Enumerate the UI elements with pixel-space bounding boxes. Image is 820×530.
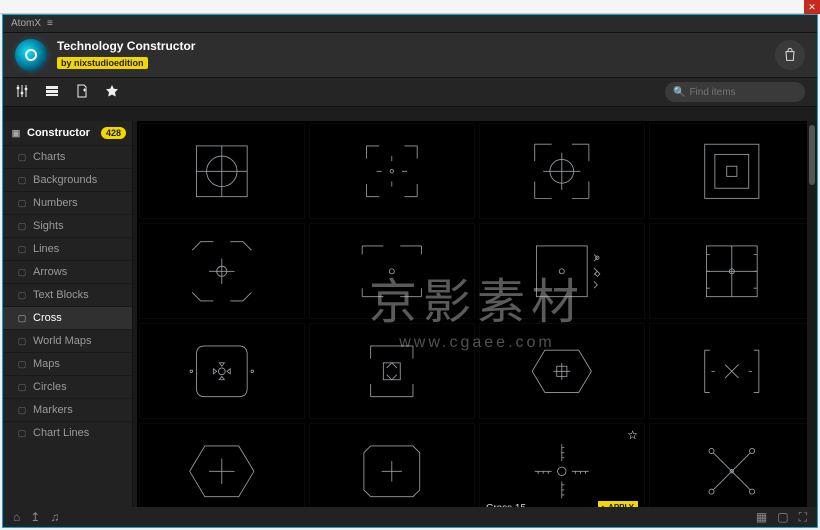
- sidebar-item-world-maps[interactable]: ▢ World Maps: [3, 329, 132, 352]
- preset-cell[interactable]: [139, 223, 305, 319]
- fullscreen-icon[interactable]: ⛶: [799, 510, 807, 525]
- preset-cell[interactable]: [479, 123, 645, 219]
- header: Technology Constructor by nixstudioediti…: [3, 33, 817, 77]
- folder-icon: ▢: [17, 152, 27, 162]
- folder-icon: ▣: [11, 128, 21, 138]
- sidebar-item-markers[interactable]: ▢ Markers: [3, 398, 132, 421]
- panel-menu-icon[interactable]: ≡: [47, 18, 53, 29]
- search-field[interactable]: 🔍: [665, 82, 805, 102]
- scrollbar-thumb[interactable]: [809, 125, 815, 185]
- product-title: Technology Constructor: [57, 39, 195, 53]
- window-close-button[interactable]: ✕: [804, 0, 820, 14]
- preview-grid-wrap: Cross 15 ☆ ▸ APPLY 京影素材 www.cgaee.com: [133, 121, 817, 507]
- preset-cell[interactable]: [139, 123, 305, 219]
- sidebar-item-sights[interactable]: ▢ Sights: [3, 214, 132, 237]
- search-input[interactable]: [689, 87, 797, 98]
- toolbar: 🔍: [3, 77, 817, 107]
- count-badge: 428: [101, 127, 126, 139]
- sidebar-item-label: Arrows: [33, 266, 67, 278]
- cart-button[interactable]: [775, 40, 805, 70]
- grid-large-icon[interactable]: ▢: [777, 510, 788, 524]
- folder-icon: ▢: [17, 336, 27, 346]
- preset-cell[interactable]: [309, 223, 475, 319]
- sidebar-item-maps[interactable]: ▢ Maps: [3, 352, 132, 375]
- sidebar-item-label: Sights: [33, 220, 64, 232]
- preset-cell[interactable]: [139, 323, 305, 419]
- export-icon[interactable]: ↥: [30, 510, 40, 524]
- folder-icon: ▢: [17, 267, 27, 277]
- audio-icon[interactable]: ♫: [50, 510, 59, 524]
- sliders-icon[interactable]: [15, 84, 29, 101]
- sidebar-item-label: Maps: [33, 358, 60, 370]
- folder-icon: ▢: [17, 313, 27, 323]
- sidebar-item-label: Markers: [33, 404, 73, 416]
- preset-cell[interactable]: [309, 323, 475, 419]
- preset-cell[interactable]: [649, 123, 815, 219]
- panel-tab-label[interactable]: AtomX: [11, 18, 41, 29]
- preset-cell[interactable]: [649, 223, 815, 319]
- sidebar-item-label: Backgrounds: [33, 174, 97, 186]
- atomx-panel: AtomX ≡ Technology Constructor by nixstu…: [2, 14, 818, 528]
- sidebar-item-label: Chart Lines: [33, 427, 89, 439]
- panel-tab-bar: AtomX ≡: [3, 15, 817, 33]
- sidebar-item-label: World Maps: [33, 335, 91, 347]
- preset-cell[interactable]: [309, 123, 475, 219]
- sidebar-item-cross[interactable]: ▢ Cross: [3, 306, 132, 329]
- preset-cell[interactable]: [479, 223, 645, 319]
- folder-icon: ▢: [17, 359, 27, 369]
- favorite-star-icon[interactable]: ☆: [627, 428, 638, 442]
- preset-cell[interactable]: [479, 323, 645, 419]
- scrollbar-vertical[interactable]: [807, 121, 817, 507]
- sidebar-item-label: Circles: [33, 381, 67, 393]
- folder-icon: ▢: [17, 198, 27, 208]
- app-window: ✕ AtomX ≡ Technology Constructor by nixs…: [0, 0, 820, 530]
- window-chrome: [0, 0, 820, 14]
- sidebar-item-label: Numbers: [33, 197, 78, 209]
- preset-cell[interactable]: [139, 423, 305, 507]
- preset-cell[interactable]: [649, 323, 815, 419]
- sidebar-item-text-blocks[interactable]: ▢ Text Blocks: [3, 283, 132, 306]
- sidebar-root-label: Constructor: [27, 127, 90, 139]
- folder-icon: ▢: [17, 405, 27, 415]
- preset-cell[interactable]: Cross 15 ☆ ▸ APPLY: [479, 423, 645, 507]
- sidebar-item-label: Cross: [33, 312, 62, 324]
- new-doc-icon[interactable]: [75, 84, 89, 101]
- preset-cell[interactable]: [649, 423, 815, 507]
- star-icon[interactable]: [105, 84, 119, 101]
- sidebar-item-label: Lines: [33, 243, 59, 255]
- sidebar-item-circles[interactable]: ▢ Circles: [3, 375, 132, 398]
- body: ▣ Constructor 428 ▢ Charts ▢ Backgrounds ▢…: [3, 121, 817, 507]
- sidebar-item-chart-lines[interactable]: ▢ Chart Lines: [3, 421, 132, 444]
- product-logo: [15, 39, 47, 71]
- sidebar-item-numbers[interactable]: ▢ Numbers: [3, 191, 132, 214]
- sidebar-root[interactable]: ▣ Constructor 428: [3, 121, 132, 145]
- footer: ⌂ ↥ ♫ ▦ ▢ ⛶: [3, 507, 817, 527]
- sidebar-item-label: Charts: [33, 151, 65, 163]
- folder-icon: ▢: [17, 175, 27, 185]
- grid-small-icon[interactable]: ▦: [756, 510, 767, 524]
- home-icon[interactable]: ⌂: [13, 510, 20, 524]
- folder-icon: ▢: [17, 221, 27, 231]
- sidebar-item-charts[interactable]: ▢ Charts: [3, 145, 132, 168]
- sidebar-item-backgrounds[interactable]: ▢ Backgrounds: [3, 168, 132, 191]
- bag-icon: [782, 47, 798, 63]
- preset-cell[interactable]: [309, 423, 475, 507]
- layers-icon[interactable]: [45, 84, 59, 101]
- search-icon: 🔍: [673, 87, 685, 98]
- folder-icon: ▢: [17, 290, 27, 300]
- author-badge[interactable]: by nixstudioedition: [57, 57, 148, 69]
- folder-icon: ▢: [17, 382, 27, 392]
- folder-icon: ▢: [17, 244, 27, 254]
- sidebar-item-arrows[interactable]: ▢ Arrows: [3, 260, 132, 283]
- sidebar-item-lines[interactable]: ▢ Lines: [3, 237, 132, 260]
- folder-icon: ▢: [17, 428, 27, 438]
- title-block: Technology Constructor by nixstudioediti…: [57, 39, 195, 71]
- sidebar-item-label: Text Blocks: [33, 289, 89, 301]
- sidebar: ▣ Constructor 428 ▢ Charts ▢ Backgrounds ▢…: [3, 121, 133, 507]
- preview-grid: Cross 15 ☆ ▸ APPLY: [137, 121, 817, 507]
